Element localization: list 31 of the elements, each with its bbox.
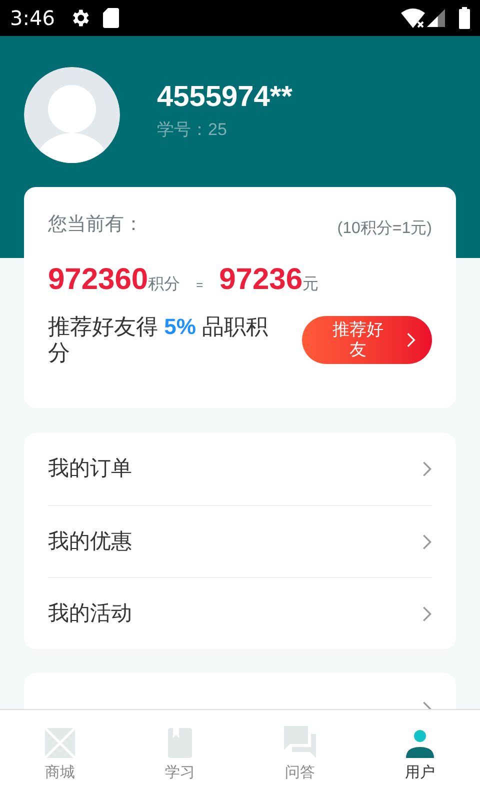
menu-item[interactable]: 我的活动 <box>48 577 432 649</box>
wifi-off-icon <box>401 8 425 28</box>
chevron-right-icon <box>422 604 432 622</box>
user-icon <box>406 730 434 758</box>
points-unit: 积分 <box>148 275 180 295</box>
refer-friend-button[interactable]: 推荐好友 <box>302 316 432 364</box>
tab-item[interactable]: 商城 <box>0 710 120 800</box>
tab-item[interactable]: 学习 <box>120 710 240 800</box>
status-time: 3:46 <box>10 5 55 32</box>
menu-item[interactable]: 我的订单 <box>48 433 432 505</box>
chevron-right-icon <box>422 532 432 550</box>
student-id: 学号：25 <box>157 119 228 141</box>
referral-text: 推荐好友得 5% 品职积分 <box>48 314 270 366</box>
battery-icon <box>459 7 470 29</box>
chat-bubbles-icon <box>284 726 316 758</box>
envelope-icon <box>45 728 75 758</box>
chevron-right-icon <box>422 460 432 478</box>
user-name: 4555974** <box>157 80 292 115</box>
points-label: 您当前有： <box>48 213 143 237</box>
exchange-rate: (10积分=1元) <box>337 219 432 239</box>
tab-item[interactable]: 用户 <box>360 710 480 800</box>
points-value: 972360 <box>48 262 148 298</box>
money-value: 97236 <box>219 262 303 298</box>
sd-card-icon <box>102 8 119 28</box>
menu-item[interactable]: 我的优惠 <box>48 505 432 577</box>
book-icon <box>168 728 192 758</box>
signal-icon <box>427 9 445 27</box>
chevron-right-icon <box>406 332 416 348</box>
equals-sign: = <box>196 277 204 294</box>
money-unit: 元 <box>302 275 319 295</box>
tab-item[interactable]: 问答 <box>240 710 360 800</box>
